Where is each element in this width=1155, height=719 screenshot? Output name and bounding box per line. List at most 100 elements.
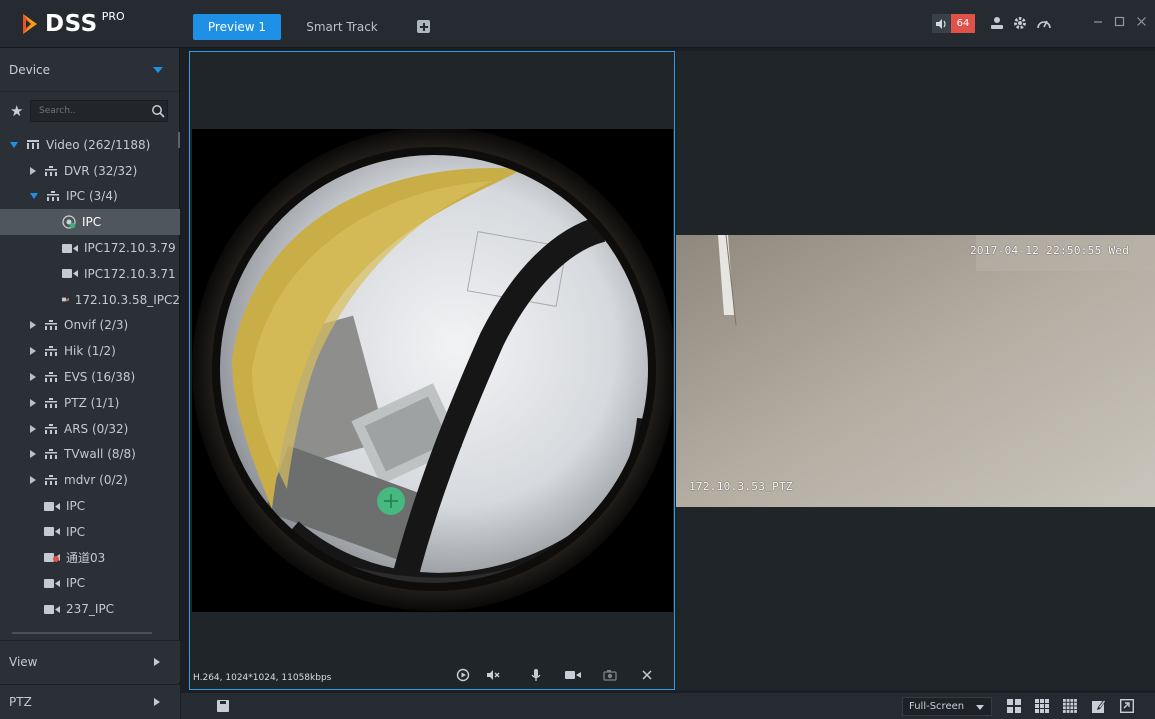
tab-smart-track[interactable]: Smart Track <box>297 14 387 40</box>
tree-item-label: TVwall (8/8) <box>64 447 136 462</box>
tree-item-ipc-fisheye[interactable]: IPC <box>0 209 180 236</box>
tree-scrollbar-vertical[interactable] <box>178 132 180 148</box>
fullscreen-select-value: Full-Screen <box>909 701 965 712</box>
tree-item-tvwall[interactable]: TVwall (8/8) <box>0 442 180 468</box>
sidebar: Device ★ Search.. Video (262/1188) DVR (… <box>0 48 180 719</box>
performance-gauge-icon[interactable] <box>1036 16 1052 35</box>
expand-down-icon[interactable] <box>30 193 38 200</box>
search-icon[interactable] <box>151 104 165 118</box>
video-pane-2[interactable]: 2017-04-12 22:50:55 Wed 172.10.3.53_PTZ <box>676 51 1155 690</box>
maximize-button[interactable] <box>1114 15 1125 32</box>
camera-icon <box>44 604 60 614</box>
tree-item-camera-offline[interactable]: 通道03 <box>0 545 180 571</box>
custom-layout-edit-icon[interactable] <box>1092 699 1106 713</box>
layout-16-split-icon[interactable] <box>1063 699 1077 713</box>
tree-item-video[interactable]: Video (262/1188) <box>0 132 180 158</box>
title-bar: DSS PRO Preview 1 Smart Track 64 <box>0 0 1155 48</box>
favorites-star-icon[interactable]: ★ <box>10 103 23 119</box>
tree-item-camera[interactable]: IPC172.10.3.71 <box>0 261 180 287</box>
device-section-header[interactable]: Device <box>0 48 179 92</box>
ptz-label: PTZ <box>9 695 32 709</box>
tree-item-label: mdvr (0/2) <box>64 473 128 488</box>
record-icon[interactable] <box>564 668 582 686</box>
ptz-video[interactable]: 2017-04-12 22:50:55 Wed 172.10.3.53_PTZ <box>676 235 1155 507</box>
logo-sup: PRO <box>101 9 125 23</box>
tree-item-ipc-group[interactable]: IPC (3/4) <box>0 184 180 210</box>
fisheye-video[interactable] <box>192 129 673 612</box>
tree-item-label: IPC (3/4) <box>66 189 118 204</box>
osd-channel-name: 172.10.3.53_PTZ <box>689 480 793 493</box>
tree-item-label: 237_IPC <box>66 602 115 617</box>
view-section-header[interactable]: View <box>0 640 180 682</box>
tree-item-camera[interactable]: IPC <box>0 571 180 597</box>
camera-offline-icon <box>44 553 60 563</box>
tree-item-camera[interactable]: IPC172.10.3.79 <box>0 235 180 261</box>
expand-right-icon[interactable] <box>30 476 36 485</box>
tree-item-ars[interactable]: ARS (0/32) <box>0 416 180 442</box>
expand-right-icon[interactable] <box>30 321 36 330</box>
expand-down-icon[interactable] <box>10 141 18 148</box>
search-row: ★ Search.. <box>0 100 180 124</box>
tree-item-dvr[interactable]: DVR (32/32) <box>0 158 180 184</box>
minimize-button[interactable] <box>1093 15 1103 32</box>
mute-icon[interactable] <box>484 668 502 686</box>
alarm-indicator[interactable]: 64 <box>932 14 975 33</box>
search-input[interactable]: Search.. <box>30 100 168 122</box>
network-icon <box>27 139 39 149</box>
user-icon[interactable] <box>990 16 1004 35</box>
tree-item-label: PTZ (1/1) <box>64 395 120 410</box>
add-tab-icon[interactable] <box>417 20 430 33</box>
tree-item-camera[interactable]: 237_IPC <box>0 596 180 622</box>
tree-item-label: Hik (1/2) <box>64 344 116 359</box>
tree-item-camera[interactable]: IPC <box>0 519 180 545</box>
close-video-icon[interactable] <box>638 668 656 686</box>
tree-item-onvif[interactable]: Onvif (2/3) <box>0 313 180 339</box>
ptz-section-header[interactable]: PTZ <box>0 684 180 719</box>
network-icon <box>45 475 57 486</box>
tree-scrollbar-horizontal[interactable] <box>12 632 152 634</box>
fullscreen-select[interactable]: Full-Screen <box>902 697 992 716</box>
expand-right-icon[interactable] <box>30 373 36 382</box>
logo-text: DSS <box>45 11 98 37</box>
fullscreen-icon[interactable] <box>1120 699 1134 713</box>
video-pane-1[interactable]: H.264, 1024*1024, 11058kbps <box>189 51 675 690</box>
tab-preview-1[interactable]: Preview 1 <box>193 14 281 40</box>
save-icon[interactable] <box>217 700 229 712</box>
expand-right-icon[interactable] <box>30 424 36 433</box>
tree-item-camera-offline[interactable]: 172.10.3.58_IPC2 <box>0 287 180 313</box>
tree-item-mdvr[interactable]: mdvr (0/2) <box>0 467 180 493</box>
tree-item-label: DVR (32/32) <box>64 163 138 178</box>
camera-icon <box>62 243 78 253</box>
layout-9-split-icon[interactable] <box>1035 699 1049 713</box>
playback-icon[interactable] <box>454 668 472 686</box>
microphone-icon[interactable] <box>527 668 545 686</box>
tree-item-evs[interactable]: EVS (16/38) <box>0 364 180 390</box>
tree-item-label: IPC <box>66 524 86 539</box>
device-label: Device <box>9 62 51 77</box>
expand-right-icon[interactable] <box>30 166 36 175</box>
tree-item-label: 172.10.3.58_IPC2 <box>74 292 180 307</box>
expand-right-icon[interactable] <box>30 398 36 407</box>
tree-item-label: IPC172.10.3.71 <box>84 266 176 281</box>
tree-item-label: IPC <box>66 499 86 514</box>
tree-item-label: Video (262/1188) <box>46 137 151 152</box>
tree-item-ptz[interactable]: PTZ (1/1) <box>0 390 180 416</box>
tree-item-hik[interactable]: Hik (1/2) <box>0 338 180 364</box>
tree-item-camera[interactable]: IPC <box>0 493 180 519</box>
gear-icon[interactable] <box>1013 16 1027 35</box>
layout-4-split-icon[interactable] <box>1007 699 1021 713</box>
tree-item-label: ARS (0/32) <box>64 421 129 436</box>
tree-item-label: EVS (16/38) <box>64 370 136 385</box>
expand-right-icon[interactable] <box>30 450 36 459</box>
expand-right-icon[interactable] <box>30 347 36 356</box>
close-button[interactable] <box>1136 15 1147 32</box>
snapshot-icon[interactable] <box>601 668 619 686</box>
chevron-down-icon <box>153 66 163 73</box>
alarm-count-badge: 64 <box>951 14 975 33</box>
camera-icon <box>62 269 78 279</box>
chevron-right-icon <box>154 698 160 706</box>
network-icon <box>45 346 57 357</box>
chevron-down-icon <box>976 705 984 710</box>
ptz-video-frame <box>676 235 1155 507</box>
camera-offline-icon <box>62 297 69 302</box>
